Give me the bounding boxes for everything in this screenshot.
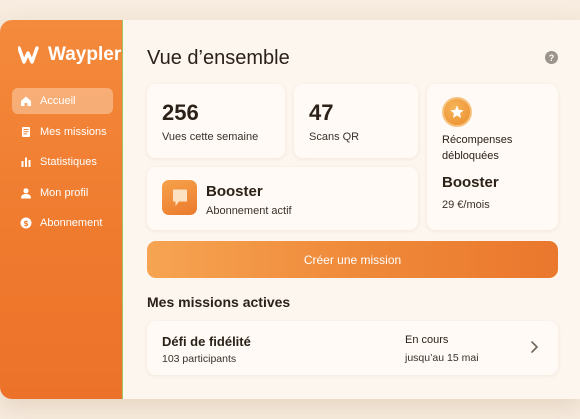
sidebar-item-label: Mes missions bbox=[40, 125, 107, 138]
chevron-right-icon[interactable] bbox=[529, 340, 539, 354]
section-title-active-missions: Mes missions actives bbox=[147, 294, 291, 310]
stat-label: Vues cette semaine bbox=[162, 131, 259, 143]
subscription-card[interactable]: Booster Abonnement actif bbox=[147, 167, 418, 230]
app-name: Waypler bbox=[48, 44, 122, 65]
sidebar-item-mon-profil[interactable]: Mon profil bbox=[12, 180, 113, 206]
reward-title: Récompenses débloquées bbox=[442, 134, 513, 162]
mission-deadline: jusqu’au 15 mai bbox=[405, 352, 479, 364]
sidebar-nav: Accueil Mes missions Statistiques Mon pr… bbox=[12, 88, 113, 241]
sidebar-item-statistiques[interactable]: Statistiques bbox=[12, 149, 113, 175]
sidebar-item-label: Accueil bbox=[40, 95, 76, 107]
create-mission-button[interactable]: Créer une mission bbox=[147, 241, 558, 278]
home-icon bbox=[20, 95, 32, 107]
reward-card[interactable]: Récompenses débloquées Booster 29 €/mois bbox=[427, 84, 558, 230]
sidebar-item-label: Mon profil bbox=[40, 186, 89, 199]
app-window: Waypler Accueil Mes missions Statistique… bbox=[0, 20, 580, 399]
reward-price: 29 €/mois bbox=[442, 199, 490, 211]
app-logo[interactable]: Waypler bbox=[18, 44, 121, 66]
sidebar-item-label: Abonnement bbox=[40, 217, 103, 229]
svg-text:$: $ bbox=[23, 219, 29, 228]
dollar-icon: $ bbox=[20, 217, 32, 229]
stat-value: 47 bbox=[309, 100, 334, 125]
question-icon[interactable]: ? bbox=[545, 51, 558, 64]
mission-status: En cours bbox=[405, 334, 449, 346]
stat-label: Scans QR bbox=[309, 131, 360, 143]
mission-name: Défi de fidélité bbox=[162, 334, 251, 349]
page-title: Vue d’ensemble bbox=[147, 47, 290, 69]
user-icon bbox=[20, 187, 32, 199]
subscription-title: Booster bbox=[206, 183, 263, 200]
mission-row[interactable]: Défi de fidélité 103 participants En cou… bbox=[147, 321, 558, 375]
document-icon bbox=[20, 126, 32, 138]
sidebar-item-label: Statistiques bbox=[40, 156, 97, 168]
main-content: Vue d’ensemble ? 256 Vues cette semaine … bbox=[147, 20, 580, 399]
sidebar: Waypler Accueil Mes missions Statistique… bbox=[0, 20, 123, 399]
subscription-status: Abonnement actif bbox=[206, 205, 292, 217]
stat-card-views: 256 Vues cette semaine bbox=[147, 84, 285, 158]
bar-chart-icon bbox=[20, 156, 32, 168]
sidebar-item-accueil[interactable]: Accueil bbox=[12, 88, 113, 114]
waypler-logo-icon bbox=[18, 46, 42, 64]
sidebar-item-abonnement[interactable]: $ Abonnement bbox=[12, 210, 113, 236]
reward-plan: Booster bbox=[442, 174, 499, 191]
stat-value: 256 bbox=[162, 100, 199, 125]
booster-icon bbox=[162, 180, 197, 215]
mission-participants: 103 participants bbox=[162, 353, 237, 365]
stat-card-scans: 47 Scans QR bbox=[294, 84, 418, 158]
sidebar-item-mes-missions[interactable]: Mes missions bbox=[12, 119, 113, 145]
star-badge-icon bbox=[442, 97, 472, 127]
